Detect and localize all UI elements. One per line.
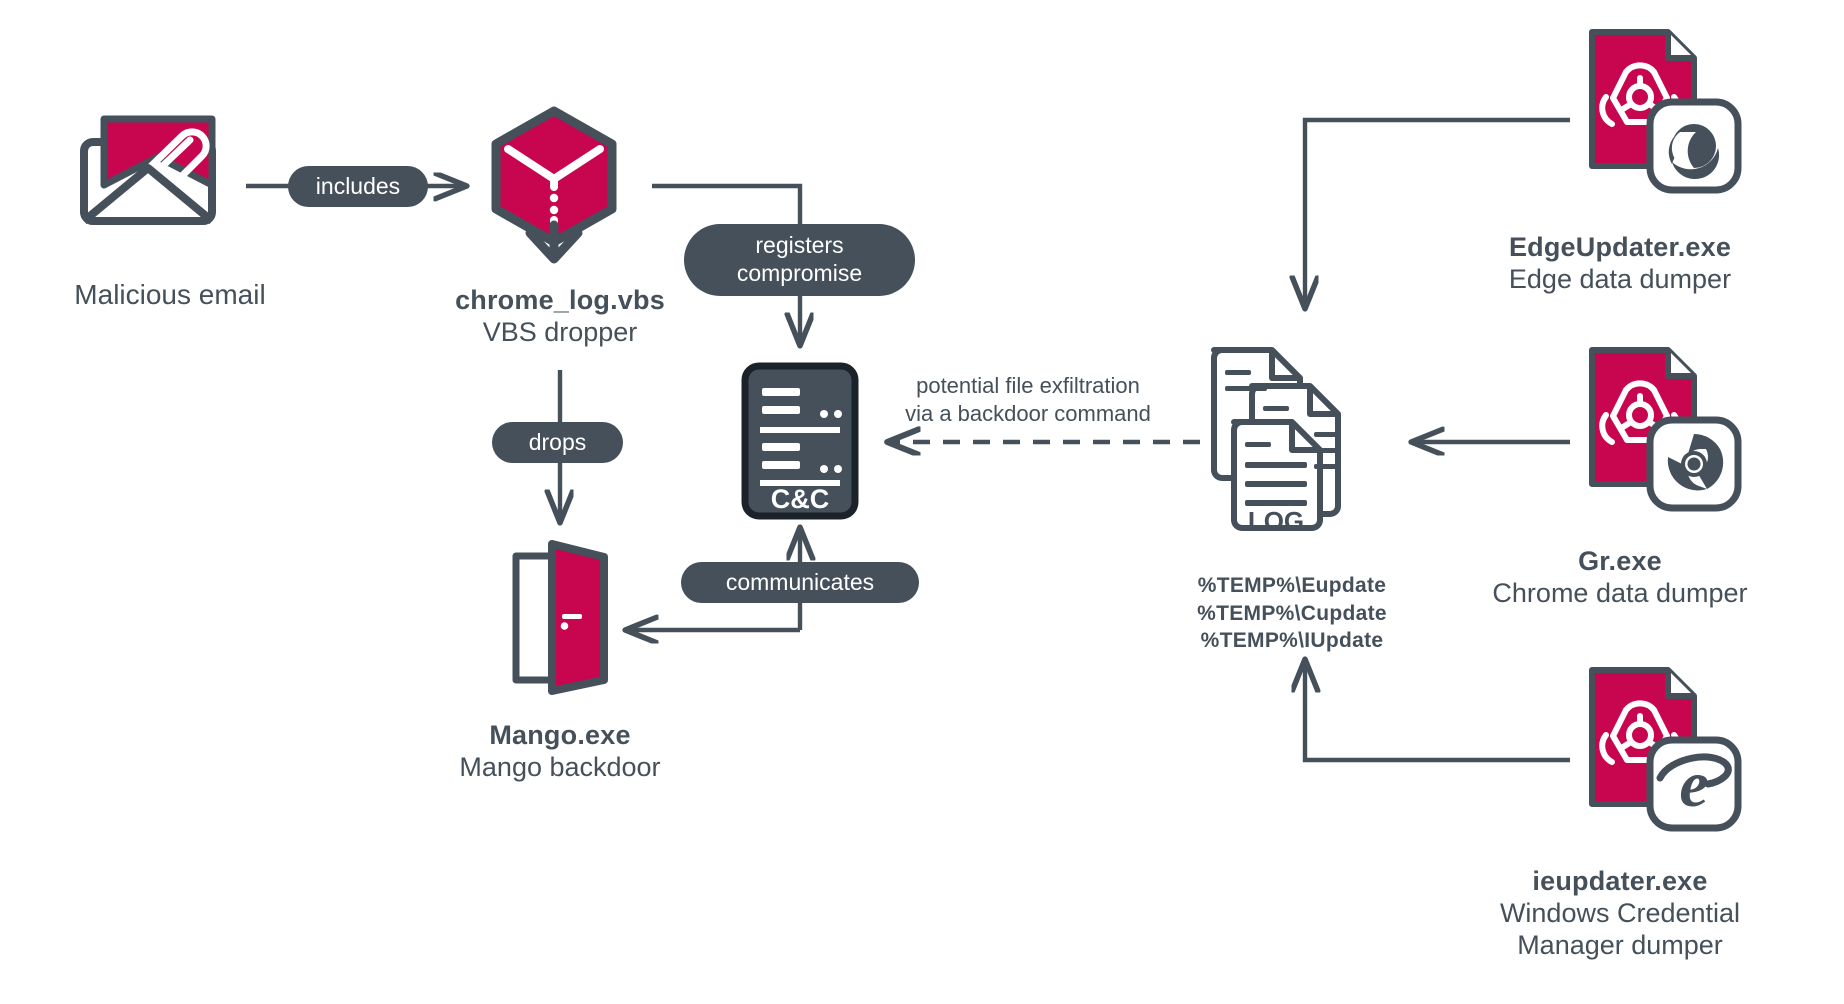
edge-label-communicates-text: communicates xyxy=(725,568,875,595)
caption-edgeupdater: EdgeUpdater.exe Edge data dumper xyxy=(1440,232,1800,296)
label-vbs-dropper-name: chrome_log.vbs xyxy=(455,285,665,315)
caption-malicious-email: Malicious email xyxy=(0,278,360,311)
edge-label-registers-line1: registers xyxy=(755,232,844,259)
connector-layer xyxy=(246,117,1570,763)
label-mango-name: Mango.exe xyxy=(489,720,631,750)
label-gr-desc: Chrome data dumper xyxy=(1492,577,1748,608)
label-vbs-dropper-desc: VBS dropper xyxy=(482,316,638,347)
node-ieupdater[interactable]: e xyxy=(1588,666,1742,834)
note-exfiltration: potential file exfiltration via a backdo… xyxy=(862,372,1194,428)
label-mango-desc: Mango backdoor xyxy=(459,751,661,782)
edge-label-drops-text: drops xyxy=(528,428,587,455)
label-gr-name: Gr.exe xyxy=(1578,546,1662,576)
edge-label-registers-compromise: registers compromise xyxy=(684,224,915,296)
label-malicious-email: Malicious email xyxy=(74,279,266,310)
node-cnc-server[interactable]: C&C xyxy=(740,362,860,520)
caption-mango-backdoor: Mango.exe Mango backdoor xyxy=(380,720,740,784)
node-log-files[interactable]: LOG xyxy=(1208,338,1380,538)
open-door-icon xyxy=(512,540,608,695)
biohazard-ie-icon: e xyxy=(1589,667,1742,832)
edge-label-includes-text: includes xyxy=(315,172,401,199)
caption-ieupdater: ieupdater.exe Windows Credential Manager… xyxy=(1440,866,1800,962)
server-icon: C&C xyxy=(741,362,859,520)
log-files-icon: LOG xyxy=(1211,347,1341,536)
biohazard-chrome-icon xyxy=(1589,347,1742,512)
node-mango-backdoor[interactable] xyxy=(500,530,620,695)
label-edgeupdater-desc: Edge data dumper xyxy=(1508,263,1732,294)
log-files-label: LOG xyxy=(1248,506,1304,536)
biohazard-edge-icon xyxy=(1589,29,1742,194)
label-ieupdater-desc2: Manager dumper xyxy=(1517,929,1723,960)
cube-dropper-icon xyxy=(491,106,617,264)
edge-label-drops: drops xyxy=(492,422,623,463)
edge-label-includes: includes xyxy=(288,166,428,207)
temp-path-eupdate: %TEMP%\Eupdate xyxy=(1197,574,1387,597)
node-gr-exe[interactable] xyxy=(1588,346,1742,514)
note-exfiltration-line1: potential file exfiltration xyxy=(916,373,1140,398)
diagram-canvas: Malicious email includes chrome_log.vbs … xyxy=(0,0,1844,1004)
label-edgeupdater-name: EdgeUpdater.exe xyxy=(1508,232,1732,262)
note-exfiltration-line2: via a backdoor command xyxy=(905,401,1151,427)
edge-label-communicates: communicates xyxy=(681,562,919,603)
temp-path-iupdate: %TEMP%\IUpdate xyxy=(1200,629,1384,653)
temp-path-cupdate: %TEMP%\Cupdate xyxy=(1197,601,1387,625)
svg-text:C&C: C&C xyxy=(771,484,830,514)
caption-gr-exe: Gr.exe Chrome data dumper xyxy=(1440,546,1800,610)
caption-vbs-dropper: chrome_log.vbs VBS dropper xyxy=(380,285,740,349)
edge-ie-to-logs xyxy=(1305,660,1570,763)
label-ieupdater-name: ieupdater.exe xyxy=(1532,866,1708,896)
email-attachment-icon xyxy=(80,115,216,225)
node-malicious-email[interactable] xyxy=(78,112,218,227)
label-ieupdater-desc1: Windows Credential xyxy=(1499,897,1741,928)
temp-paths-list: %TEMP%\Eupdate %TEMP%\Cupdate %TEMP%\IUp… xyxy=(1122,572,1462,655)
edge-label-registers-line2: compromise xyxy=(736,260,863,286)
node-vbs-dropper[interactable] xyxy=(488,105,632,265)
node-edgeupdater[interactable] xyxy=(1588,28,1742,196)
